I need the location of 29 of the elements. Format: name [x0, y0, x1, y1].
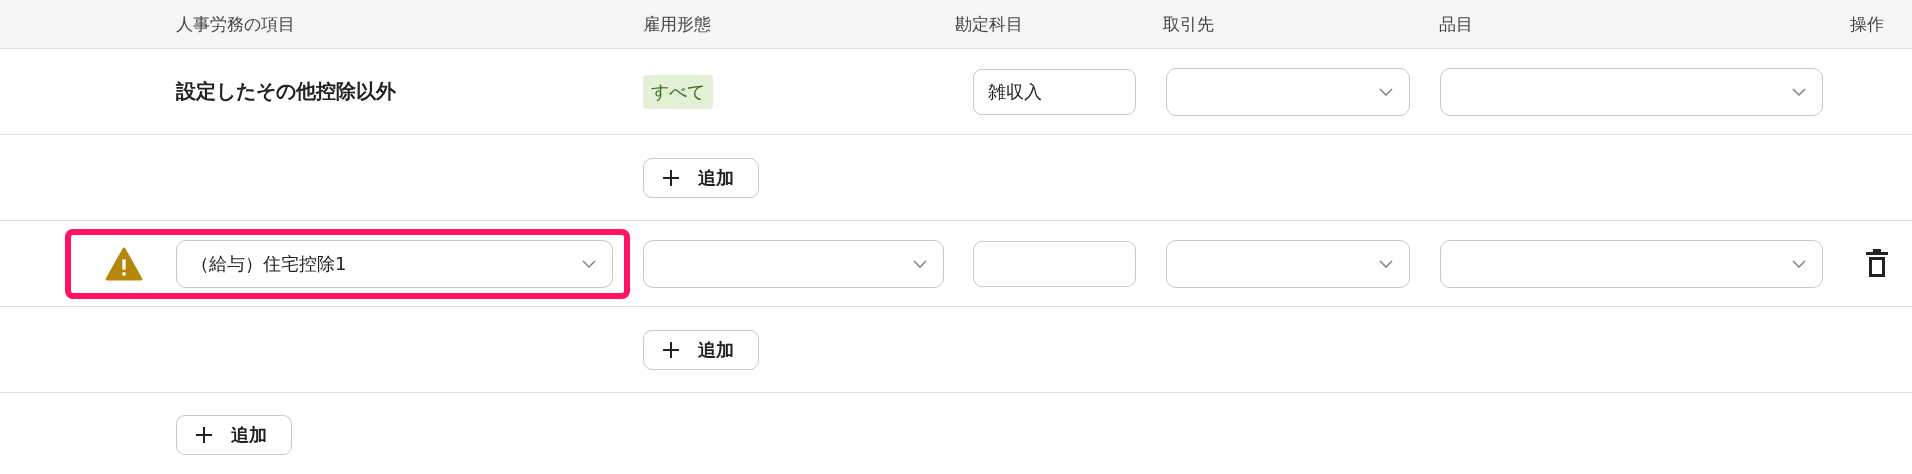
add-button[interactable]: 追加: [643, 157, 759, 198]
plus-icon: [195, 426, 213, 444]
add-button[interactable]: 追加: [176, 415, 292, 455]
column-header: 取引先: [1163, 12, 1215, 36]
trash-icon[interactable]: [1866, 248, 1888, 279]
partner-select[interactable]: [1166, 67, 1410, 116]
product-select[interactable]: [1440, 67, 1823, 116]
add-button[interactable]: 追加: [643, 329, 759, 370]
employment-select[interactable]: [643, 239, 944, 288]
item-select[interactable]: （給与）住宅控除1: [176, 239, 613, 288]
chevron-down-icon: [1379, 259, 1393, 268]
column-header: 操作: [1850, 12, 1885, 36]
plus-icon: [662, 340, 680, 359]
chevron-down-icon: [1379, 87, 1393, 96]
chevron-down-icon: [582, 259, 596, 268]
column-header: 人事労務の項目: [176, 12, 296, 36]
plus-icon: [662, 168, 680, 187]
account-field[interactable]: [973, 240, 1136, 287]
employment-tag: すべて: [643, 74, 713, 109]
partner-select[interactable]: [1166, 239, 1410, 288]
chevron-down-icon: [913, 259, 927, 268]
column-header: 品目: [1439, 12, 1474, 36]
item-label: 設定したその他控除以外: [176, 78, 397, 105]
column-header: 勘定科目: [955, 12, 1024, 36]
account-field[interactable]: 雑収入: [973, 68, 1136, 115]
column-header: 雇用形態: [643, 12, 712, 36]
chevron-down-icon: [1792, 87, 1806, 96]
product-select[interactable]: [1440, 239, 1823, 288]
chevron-down-icon: [1792, 259, 1806, 268]
